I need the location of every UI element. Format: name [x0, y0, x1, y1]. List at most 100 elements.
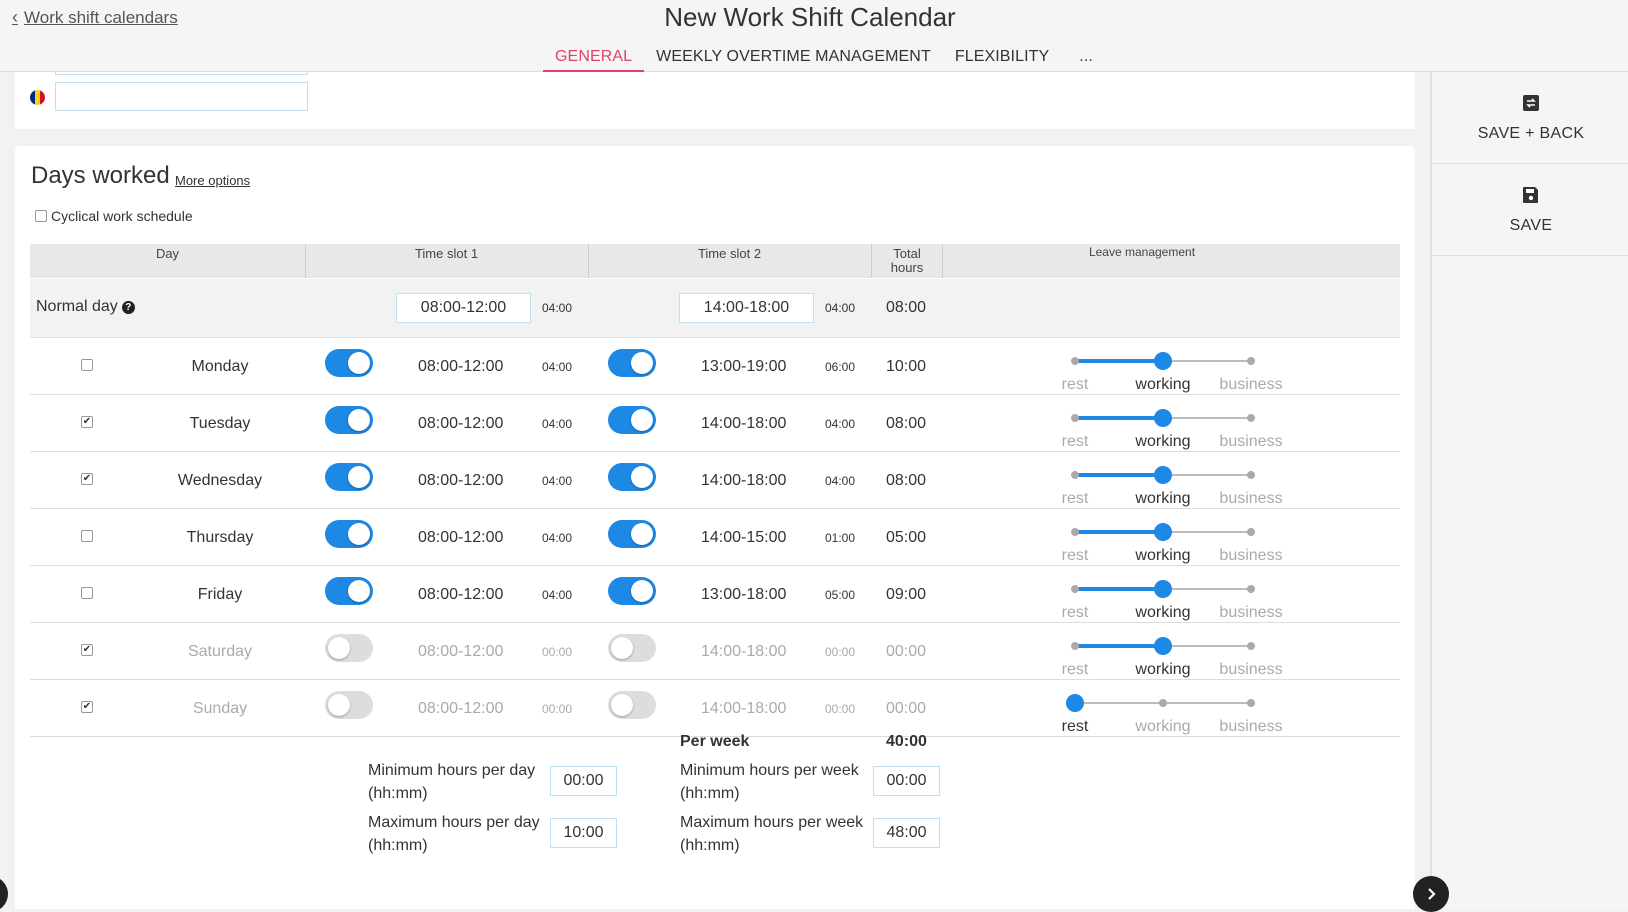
slider-stop[interactable] — [1247, 528, 1255, 536]
leave-label-working[interactable]: working — [1128, 718, 1198, 736]
slider-stop[interactable] — [1071, 471, 1079, 479]
tab-weekly-overtime[interactable]: WEEKLY OVERTIME MANAGEMENT — [644, 48, 943, 72]
chevron-right-icon[interactable] — [1413, 876, 1449, 912]
tab-flexibility[interactable]: FLEXIBILITY — [943, 48, 1061, 72]
leave-label-business[interactable]: business — [1216, 547, 1286, 565]
slider-knob[interactable] — [1066, 694, 1084, 712]
slot2-toggle[interactable] — [608, 463, 656, 491]
slider-stop[interactable] — [1247, 414, 1255, 422]
leave-label-rest[interactable]: rest — [1040, 376, 1110, 394]
leave-label-working[interactable]: working — [1128, 661, 1198, 679]
slot1-time[interactable]: 08:00-12:00 — [418, 472, 503, 490]
slot1-time[interactable]: 08:00-12:00 — [418, 529, 503, 547]
leave-label-business[interactable]: business — [1216, 718, 1286, 736]
cyclical-schedule-option[interactable]: Cyclical work schedule — [35, 208, 193, 224]
tab-general[interactable]: GENERAL — [543, 48, 645, 72]
slider-stop[interactable] — [1071, 357, 1079, 365]
slot1-time[interactable]: 08:00-12:00 — [418, 586, 503, 604]
slider-stop[interactable] — [1247, 642, 1255, 650]
slot2-toggle[interactable] — [608, 406, 656, 434]
day-select-checkbox[interactable] — [81, 359, 93, 371]
leave-slider[interactable]: rest working business — [1062, 350, 1283, 393]
slider-knob[interactable] — [1154, 352, 1172, 370]
slot1-time[interactable]: 08:00-12:00 — [418, 643, 503, 661]
slider-stop[interactable] — [1247, 471, 1255, 479]
leave-label-rest[interactable]: rest — [1040, 604, 1110, 622]
tab-more[interactable]: ... — [1061, 48, 1105, 72]
slot1-time[interactable]: 08:00-12:00 — [418, 415, 503, 433]
name-input-partial[interactable] — [55, 72, 308, 75]
slider-stop[interactable] — [1071, 585, 1079, 593]
save-button[interactable]: SAVE — [1432, 164, 1628, 256]
scroll-left-button[interactable] — [0, 876, 8, 912]
leave-label-business[interactable]: business — [1216, 376, 1286, 394]
slider-stop[interactable] — [1247, 699, 1255, 707]
slot1-toggle[interactable] — [325, 406, 373, 434]
slot1-toggle[interactable] — [325, 349, 373, 377]
slot2-time[interactable]: 13:00-19:00 — [701, 358, 786, 376]
name-input-ro[interactable] — [55, 82, 308, 111]
slider-knob[interactable] — [1154, 637, 1172, 655]
leave-slider[interactable]: rest working business — [1062, 635, 1283, 678]
leave-slider[interactable]: rest working business — [1062, 578, 1283, 621]
slider-knob[interactable] — [1154, 523, 1172, 541]
slot2-time[interactable]: 14:00-15:00 — [701, 529, 786, 547]
slider-stop[interactable] — [1159, 699, 1167, 707]
cyclical-checkbox[interactable] — [35, 210, 47, 222]
leave-label-business[interactable]: business — [1216, 661, 1286, 679]
slot1-toggle[interactable] — [325, 520, 373, 548]
leave-slider[interactable]: rest working business — [1062, 464, 1283, 507]
slider-knob[interactable] — [1154, 466, 1172, 484]
leave-label-working[interactable]: working — [1128, 547, 1198, 565]
slot2-time[interactable]: 14:00-18:00 — [701, 700, 786, 718]
slider-knob[interactable] — [1154, 580, 1172, 598]
leave-label-rest[interactable]: rest — [1040, 547, 1110, 565]
slot2-toggle[interactable] — [608, 691, 656, 719]
min-hours-day-input[interactable]: 00:00 — [550, 766, 617, 796]
leave-label-working[interactable]: working — [1128, 433, 1198, 451]
slider-stop[interactable] — [1071, 642, 1079, 650]
leave-label-rest[interactable]: rest — [1040, 490, 1110, 508]
slot2-toggle[interactable] — [608, 349, 656, 377]
leave-slider[interactable]: rest working business — [1062, 407, 1283, 450]
leave-label-rest[interactable]: rest — [1040, 433, 1110, 451]
min-hours-week-input[interactable]: 00:00 — [873, 766, 940, 796]
slot2-time[interactable]: 14:00-18:00 — [701, 472, 786, 490]
leave-slider[interactable]: rest working business — [1062, 521, 1283, 564]
day-select-checkbox[interactable] — [81, 587, 93, 599]
slider-stop[interactable] — [1071, 528, 1079, 536]
leave-label-business[interactable]: business — [1216, 490, 1286, 508]
day-select-checkbox[interactable]: ✔ — [81, 473, 93, 485]
day-select-checkbox[interactable] — [81, 530, 93, 542]
leave-label-working[interactable]: working — [1128, 490, 1198, 508]
slot1-toggle[interactable] — [325, 634, 373, 662]
slider-knob[interactable] — [1154, 409, 1172, 427]
leave-label-rest[interactable]: rest — [1040, 718, 1110, 736]
day-select-checkbox[interactable]: ✔ — [81, 416, 93, 428]
slot2-time[interactable]: 14:00-18:00 — [701, 643, 786, 661]
leave-label-business[interactable]: business — [1216, 433, 1286, 451]
leave-label-business[interactable]: business — [1216, 604, 1286, 622]
slot2-time[interactable]: 14:00-18:00 — [701, 415, 786, 433]
normal-slot2-input[interactable]: 14:00-18:00 — [679, 293, 814, 323]
slot2-time[interactable]: 13:00-18:00 — [701, 586, 786, 604]
day-select-checkbox[interactable]: ✔ — [81, 701, 93, 713]
slot1-toggle[interactable] — [325, 577, 373, 605]
slot1-time[interactable]: 08:00-12:00 — [418, 358, 503, 376]
slot2-toggle[interactable] — [608, 634, 656, 662]
leave-label-rest[interactable]: rest — [1040, 661, 1110, 679]
normal-slot1-input[interactable]: 08:00-12:00 — [396, 293, 531, 323]
leave-label-working[interactable]: working — [1128, 376, 1198, 394]
slot2-toggle[interactable] — [608, 577, 656, 605]
day-select-checkbox[interactable]: ✔ — [81, 644, 93, 656]
help-icon[interactable]: ? — [121, 300, 135, 314]
slot1-toggle[interactable] — [325, 463, 373, 491]
leave-label-working[interactable]: working — [1128, 604, 1198, 622]
more-options-link[interactable]: More options — [175, 173, 250, 188]
max-hours-day-input[interactable]: 10:00 — [550, 818, 617, 848]
slider-stop[interactable] — [1071, 414, 1079, 422]
slot1-time[interactable]: 08:00-12:00 — [418, 700, 503, 718]
slider-stop[interactable] — [1247, 357, 1255, 365]
slider-stop[interactable] — [1247, 585, 1255, 593]
leave-slider[interactable]: rest working business — [1062, 692, 1283, 735]
